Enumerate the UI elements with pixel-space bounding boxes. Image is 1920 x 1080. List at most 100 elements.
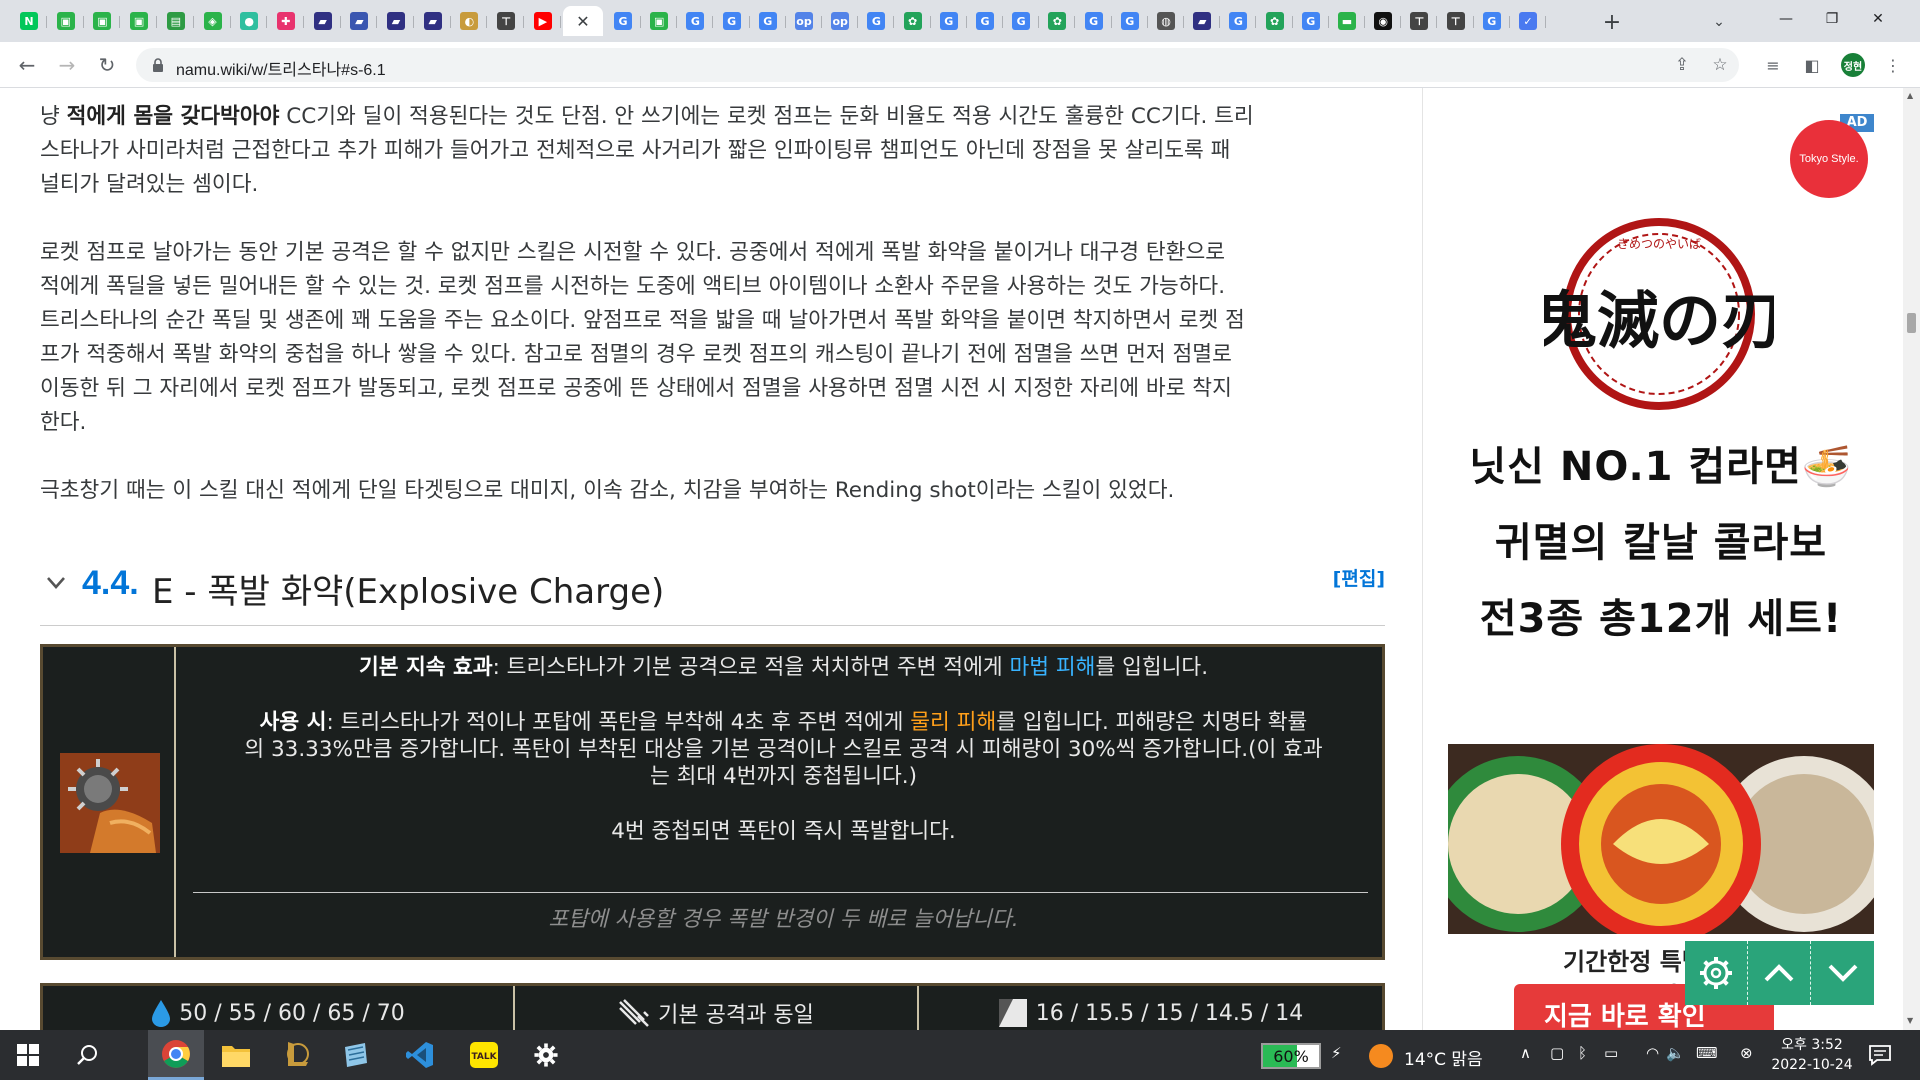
search-button[interactable] (60, 1030, 116, 1080)
file-explorer-taskbar-app[interactable] (208, 1030, 264, 1080)
scroll-thumb[interactable] (1907, 313, 1916, 333)
start-button[interactable] (0, 1030, 56, 1080)
browser-tab[interactable]: ✓ (1511, 6, 1545, 36)
keyboard-icon[interactable]: ⌨ (1696, 1044, 1718, 1062)
kakaotalk-taskbar-app[interactable]: TALK (456, 1030, 512, 1080)
browser-tab[interactable]: ▰ (306, 6, 340, 36)
side-panel-icon[interactable]: ◧ (1797, 50, 1827, 80)
new-tab-button[interactable]: + (1598, 8, 1626, 36)
browser-tab[interactable]: ▣ (642, 6, 676, 36)
section-number[interactable]: 4.4. (82, 564, 139, 603)
browser-tab[interactable]: G (715, 6, 749, 36)
share-icon[interactable]: ⇪ (1669, 52, 1695, 78)
browser-tab[interactable]: ▬ (1330, 6, 1364, 36)
browser-tab[interactable]: G (932, 6, 966, 36)
browser-tab[interactable]: ✿ (1040, 6, 1074, 36)
chrome-taskbar-app[interactable] (148, 1030, 204, 1080)
battery-indicator[interactable]: 60% (1261, 1043, 1321, 1069)
wifi-icon[interactable]: ◠ (1646, 1044, 1659, 1062)
browser-tab[interactable]: ▣ (122, 6, 156, 36)
battery-tray-icon[interactable]: ▭ (1604, 1044, 1618, 1062)
browser-tab[interactable]: ◐ (452, 6, 486, 36)
weather-text[interactable]: 14°C 맑음 (1404, 1045, 1483, 1070)
scroll-up-arrow-icon[interactable]: ▲ (1907, 91, 1916, 100)
browser-tab[interactable]: ▰ (342, 6, 376, 36)
browser-tab[interactable]: ⊤ (1439, 6, 1473, 36)
active-tab[interactable]: ✕ (563, 6, 603, 36)
scroll-down-arrow-icon[interactable]: ▼ (1907, 1016, 1916, 1025)
browser-tab[interactable]: ▣ (49, 6, 83, 36)
browser-tab[interactable]: ⊤ (1402, 6, 1436, 36)
back-arrow-icon[interactable]: ← (12, 50, 42, 80)
bluetooth-icon[interactable]: ᛒ (1578, 1044, 1587, 1062)
vertical-scrollbar[interactable]: ▲ ▼ (1903, 88, 1920, 1030)
tab-separator (486, 16, 488, 28)
volume-icon[interactable]: 🔈 (1666, 1044, 1685, 1062)
minimize-button[interactable]: — (1763, 0, 1809, 38)
settings-taskbar-app[interactable] (518, 1030, 574, 1080)
explosive-charge-skill-icon (60, 753, 160, 853)
browser-tab[interactable]: ▣ (85, 6, 119, 36)
browser-tab[interactable]: ◈ (196, 6, 230, 36)
browser-tab[interactable]: G (1475, 6, 1509, 36)
close-tab-icon[interactable]: ✕ (576, 12, 589, 31)
browser-tab[interactable]: G (678, 6, 712, 36)
notes-taskbar-app[interactable] (328, 1030, 384, 1080)
vscode-taskbar-app[interactable] (392, 1030, 448, 1080)
paragraph-2-line-5: 이동한 뒤 그 자리에서 로켓 점프가 발동되고, 로켓 점프로 공중에 뜬 상… (40, 376, 1232, 401)
browser-tab[interactable]: ▰ (416, 6, 450, 36)
browser-tab[interactable]: ▤ (159, 6, 193, 36)
chevron-down-icon[interactable] (46, 576, 66, 590)
ime-icon[interactable]: ⊗ (1740, 1044, 1753, 1062)
tray-chevron-up-icon[interactable]: ∧ (1520, 1044, 1531, 1062)
browser-tab[interactable]: ▰ (379, 6, 413, 36)
browser-tab[interactable]: G (1077, 6, 1111, 36)
scroll-up-button[interactable] (1748, 941, 1811, 1005)
settings-gear-button[interactable] (1685, 941, 1748, 1005)
weather-sun-icon[interactable] (1369, 1044, 1393, 1068)
browser-tab[interactable]: N (12, 6, 46, 36)
browser-tab[interactable]: ✿ (896, 6, 930, 36)
browser-tab[interactable]: ▰ (1185, 6, 1219, 36)
edit-link[interactable]: [편집] (1333, 564, 1385, 591)
url-text[interactable]: namu.wiki/w/트리스타나#s-6.1 (176, 56, 386, 80)
browser-tab[interactable]: ✿ (1258, 6, 1292, 36)
address-bar[interactable]: namu.wiki/w/트리스타나#s-6.1 ⇪ ☆ (136, 48, 1739, 82)
profile-avatar[interactable]: 정현 (1841, 53, 1865, 77)
physical-damage-keyword[interactable]: 물리 피해 (910, 710, 996, 735)
browser-tab[interactable]: G (1221, 6, 1255, 36)
feather-favicon: ✿ (1048, 12, 1067, 30)
device-icon[interactable]: ▢ (1550, 1044, 1564, 1062)
browser-tab[interactable]: op (787, 6, 821, 36)
tab-search-chevron-icon[interactable]: ⌄ (1705, 8, 1733, 36)
browser-tab[interactable]: ◉ (1366, 6, 1400, 36)
magic-damage-keyword[interactable]: 마법 피해 (1009, 655, 1095, 680)
browser-tab[interactable]: G (1294, 6, 1328, 36)
browser-tab[interactable]: ▶ (526, 6, 560, 36)
close-window-button[interactable]: ✕ (1855, 0, 1901, 38)
svg-text:TALK: TALK (471, 1052, 497, 1062)
notification-icon[interactable] (1868, 1043, 1892, 1067)
scroll-down-button[interactable] (1811, 941, 1874, 1005)
browser-tab[interactable]: G (606, 6, 640, 36)
browser-tab[interactable]: G (751, 6, 785, 36)
lock-icon[interactable] (152, 58, 164, 72)
reload-icon[interactable]: ↻ (92, 50, 122, 80)
browser-tab[interactable]: G (1004, 6, 1038, 36)
browser-tab[interactable]: ◍ (1149, 6, 1183, 36)
browser-tab[interactable]: ● (232, 6, 266, 36)
browser-tab[interactable]: G (859, 6, 893, 36)
menu-kebab-icon[interactable]: ⋮ (1878, 50, 1908, 80)
clock[interactable]: 오후 3:52 2022-10-24 (1762, 1035, 1862, 1075)
browser-tab[interactable]: G (968, 6, 1002, 36)
bookmark-star-icon[interactable]: ☆ (1707, 52, 1733, 78)
browser-tab[interactable]: ✚ (269, 6, 303, 36)
browser-tab[interactable]: G (1113, 6, 1147, 36)
maximize-button[interactable]: ❐ (1809, 0, 1855, 38)
league-client-taskbar-app[interactable] (268, 1030, 324, 1080)
advertisement[interactable]: AD Tokyo Style. きめつのやいば 鬼滅の刃 닛신 NO.1 컵라면… (1448, 114, 1874, 1030)
browser-tab[interactable]: ⊤ (489, 6, 523, 36)
forward-arrow-icon[interactable]: → (52, 50, 82, 80)
reading-list-icon[interactable]: ≡ (1758, 50, 1788, 80)
browser-tab[interactable]: op (823, 6, 857, 36)
